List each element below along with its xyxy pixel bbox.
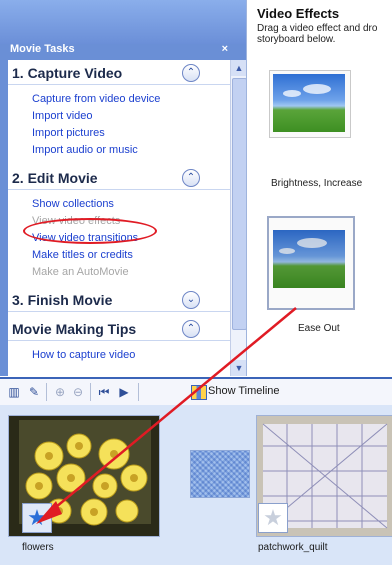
section-title: 3. Finish Movie	[12, 292, 113, 308]
clip-label: patchwork_quilt	[258, 542, 328, 553]
effect-star-icon[interactable]: ★	[258, 503, 288, 533]
transition-slot[interactable]	[190, 450, 250, 498]
show-timeline-button[interactable]: Show Timeline	[208, 385, 280, 397]
clip-label: flowers	[22, 542, 54, 553]
narrate-timeline-icon[interactable]: ✎	[26, 384, 42, 400]
scroll-down-icon[interactable]: ▼	[231, 360, 247, 376]
chevron-down-icon[interactable]: ⌄	[182, 291, 200, 309]
play-icon[interactable]: ▶	[116, 384, 132, 400]
close-icon[interactable]: ×	[222, 43, 228, 55]
import-audio-link[interactable]: Import audio or music	[32, 142, 230, 159]
storyboard-toolbar: ▥ ✎ ⊕ ⊖ ⏮ ▶ Show Timeline	[0, 377, 392, 407]
show-collections-link[interactable]: Show collections	[32, 196, 230, 213]
timeline-icon[interactable]	[191, 385, 207, 400]
section-title: 2. Edit Movie	[12, 170, 98, 186]
effect-brightness-increase[interactable]	[269, 70, 351, 138]
section-movie-making-tips[interactable]: Movie Making Tips ⌃	[8, 316, 230, 341]
toolbar-divider	[90, 383, 91, 401]
storyboard: ★ flowers ★ patchwork_quilt	[0, 405, 392, 565]
effect-label: Brightness, Increase	[271, 178, 363, 189]
task-list: 1. Capture Video ⌃ Capture from video de…	[8, 60, 230, 376]
movie-tasks-header: Movie Tasks ×	[10, 43, 228, 59]
effects-description-line1: Drag a video effect and dro	[257, 23, 378, 34]
view-video-transitions-link[interactable]: View video transitions	[32, 230, 230, 247]
rewind-icon[interactable]: ⏮	[96, 384, 112, 400]
capture-from-device-link[interactable]: Capture from video device	[32, 91, 230, 108]
zoom-out-icon: ⊖	[72, 385, 84, 399]
movie-tasks-pane: Movie Tasks × 1. Capture Video ⌃ Capture…	[0, 0, 247, 376]
section-title: Movie Making Tips	[12, 321, 137, 337]
section-capture-video[interactable]: 1. Capture Video ⌃	[8, 60, 230, 85]
effects-title: Video Effects	[257, 6, 340, 21]
scroll-up-icon[interactable]: ▲	[231, 60, 247, 76]
view-video-effects-link: View video effects	[32, 215, 121, 227]
movie-tasks-title: Movie Tasks	[10, 43, 75, 55]
section-edit-movie[interactable]: 2. Edit Movie ⌃	[8, 165, 230, 190]
toolbar-divider	[46, 383, 47, 401]
make-titles-link[interactable]: Make titles or credits	[32, 247, 230, 264]
how-to-capture-link[interactable]: How to capture video	[32, 347, 230, 364]
chevron-up-icon[interactable]: ⌃	[182, 169, 200, 187]
make-automovie-link: Make an AutoMovie	[32, 266, 129, 278]
chevron-up-icon[interactable]: ⌃	[182, 320, 200, 338]
effects-description: Drag a video effect and dro storyboard b…	[257, 23, 392, 45]
section-title: 1. Capture Video	[12, 65, 123, 81]
effect-ease-out[interactable]	[267, 216, 355, 310]
pane-top-band	[0, 0, 246, 44]
effects-description-line2: storyboard below.	[257, 34, 336, 45]
video-effects-pane: Video Effects Drag a video effect and dr…	[246, 0, 392, 376]
import-video-link[interactable]: Import video	[32, 108, 230, 125]
section-finish-movie[interactable]: 3. Finish Movie ⌄	[8, 287, 230, 312]
effect-label: Ease Out	[298, 323, 340, 334]
scroll-thumb[interactable]	[232, 78, 247, 330]
chevron-up-icon[interactable]: ⌃	[182, 64, 200, 82]
effect-thumbnail	[273, 230, 345, 288]
toolbar-divider	[138, 383, 139, 401]
effect-thumbnail	[273, 74, 345, 132]
zoom-in-icon: ⊕	[54, 385, 66, 399]
import-pictures-link[interactable]: Import pictures	[32, 125, 230, 142]
task-pane-scrollbar[interactable]: ▲ ▼	[230, 60, 247, 376]
set-audio-levels-icon[interactable]: ▥	[6, 384, 22, 400]
effect-star-icon[interactable]: ★	[22, 503, 52, 533]
